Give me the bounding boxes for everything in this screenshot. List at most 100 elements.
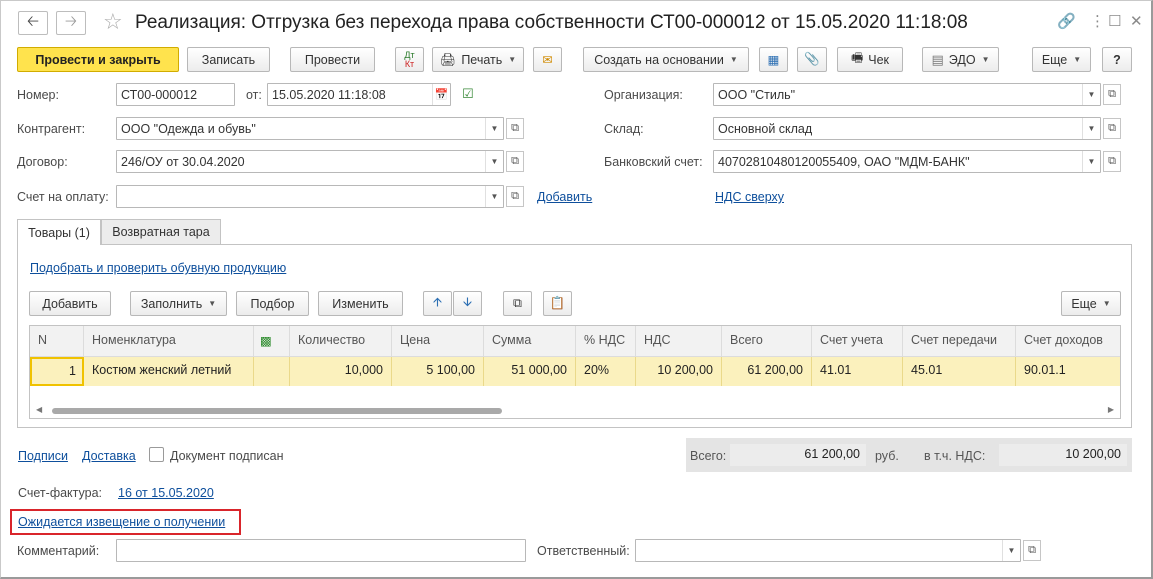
- receipt-button[interactable]: 🖷 Чек: [837, 47, 903, 72]
- cell-marking[interactable]: [254, 357, 290, 386]
- post-and-close-button[interactable]: Провести и закрыть: [17, 47, 179, 72]
- vat-on-top-link[interactable]: НДС сверху: [715, 189, 784, 205]
- column-header-marking[interactable]: ▩: [254, 326, 290, 357]
- post-button[interactable]: Провести: [290, 47, 375, 72]
- column-header-income-account[interactable]: Счет доходов: [1016, 326, 1120, 357]
- chevron-down-icon[interactable]: ▼: [485, 186, 503, 207]
- horizontal-scrollbar[interactable]: ◀ ▶: [30, 404, 1120, 418]
- contract-open-button[interactable]: ⧉: [506, 151, 524, 172]
- comment-field[interactable]: [116, 539, 526, 562]
- bank-account-field[interactable]: 40702810480120055409, ОАО "МДМ-БАНК" ▼: [713, 150, 1101, 173]
- favorite-star-icon[interactable]: ☆: [103, 10, 123, 34]
- attachments-button[interactable]: 📎: [797, 47, 827, 72]
- column-header-sum[interactable]: Сумма: [484, 326, 576, 357]
- organization-field[interactable]: ООО "Стиль" ▼: [713, 83, 1101, 106]
- chevron-down-icon[interactable]: ▼: [485, 118, 503, 139]
- chevron-down-icon[interactable]: ▼: [485, 151, 503, 172]
- print-label: Печать: [461, 52, 503, 67]
- counterparty-open-button[interactable]: ⧉: [506, 118, 524, 139]
- cell-quantity[interactable]: 10,000: [290, 357, 392, 386]
- arrow-left-icon: 🡠: [26, 12, 40, 30]
- tab-goods[interactable]: Товары (1): [17, 219, 101, 245]
- cell-vat[interactable]: 10 200,00: [636, 357, 722, 386]
- contract-field[interactable]: 246/ОУ от 30.04.2020 ▼: [116, 150, 504, 173]
- bank-account-open-button[interactable]: ⧉: [1103, 151, 1121, 172]
- calendar-icon[interactable]: 📅: [432, 84, 450, 105]
- column-header-n[interactable]: N: [30, 326, 84, 357]
- chevron-down-icon[interactable]: ▼: [1002, 540, 1020, 561]
- dt-kt-button[interactable]: Дт Кт: [395, 47, 424, 72]
- payment-invoice-field[interactable]: ▼: [116, 185, 504, 208]
- responsible-field[interactable]: ▼: [635, 539, 1021, 562]
- number-field[interactable]: СТ00-000012: [116, 83, 235, 106]
- tab-returnable-packaging[interactable]: Возвратная тара: [101, 219, 221, 244]
- chevron-down-icon[interactable]: ▼: [1082, 151, 1100, 172]
- add-link[interactable]: Добавить: [537, 189, 592, 205]
- tax-invoice-label: Счет-фактура:: [18, 486, 103, 500]
- document-signed-checkbox[interactable]: [149, 447, 164, 462]
- counterparty-value: ООО "Одежда и обувь": [121, 122, 256, 136]
- copy-button[interactable]: ⧉: [503, 291, 532, 316]
- chevron-down-icon[interactable]: ▼: [1082, 84, 1100, 105]
- column-header-vat[interactable]: НДС: [636, 326, 722, 357]
- fill-button[interactable]: Заполнить ▼: [130, 291, 227, 316]
- scroll-left-icon[interactable]: ◀: [36, 405, 42, 414]
- date-field[interactable]: 15.05.2020 11:18:08 📅: [267, 83, 451, 106]
- chevron-down-icon[interactable]: ▼: [1082, 118, 1100, 139]
- print-button[interactable]: 🖨 Печать ▼: [432, 47, 524, 72]
- open-window-icon: ⧉: [1108, 122, 1116, 134]
- cell-item[interactable]: Костюм женский летний: [84, 357, 254, 386]
- check-status-icon[interactable]: ☑: [462, 86, 474, 102]
- cell-price[interactable]: 5 100,00: [392, 357, 484, 386]
- cell-sum[interactable]: 51 000,00: [484, 357, 576, 386]
- move-down-button[interactable]: 🡫: [453, 291, 482, 316]
- cell-vat-rate[interactable]: 20%: [576, 357, 636, 386]
- column-header-quantity[interactable]: Количество: [290, 326, 392, 357]
- column-header-vat-rate[interactable]: % НДС: [576, 326, 636, 357]
- cell-transfer-account[interactable]: 45.01: [903, 357, 1016, 386]
- scroll-right-icon[interactable]: ▶: [1108, 405, 1114, 414]
- delivery-link[interactable]: Доставка: [82, 448, 136, 464]
- cell-income-account[interactable]: 90.01.1: [1016, 357, 1120, 386]
- back-button[interactable]: 🡠: [18, 11, 48, 35]
- close-icon[interactable]: ✕: [1130, 12, 1143, 32]
- pick-shoes-link[interactable]: Подобрать и проверить обувную продукцию: [30, 260, 286, 276]
- column-header-transfer-account[interactable]: Счет передачи: [903, 326, 1016, 357]
- responsible-open-button[interactable]: ⧉: [1023, 540, 1041, 561]
- maximize-icon[interactable]: ☐: [1108, 12, 1121, 32]
- column-header-total[interactable]: Всего: [722, 326, 812, 357]
- add-row-button[interactable]: Добавить: [29, 291, 111, 316]
- pick-button[interactable]: Подбор: [236, 291, 309, 316]
- link-icon[interactable]: 🔗: [1057, 12, 1076, 32]
- cell-account[interactable]: 41.01: [812, 357, 903, 386]
- column-header-item[interactable]: Номенклатура: [84, 326, 254, 357]
- total-label: Всего:: [690, 449, 727, 463]
- paste-button[interactable]: 📋: [543, 291, 572, 316]
- forward-button[interactable]: 🡢: [56, 11, 86, 35]
- goods-more-button[interactable]: Еще ▼: [1061, 291, 1121, 316]
- column-header-price[interactable]: Цена: [392, 326, 484, 357]
- goods-table[interactable]: N Номенклатура ▩ Количество Цена Сумма %…: [29, 325, 1121, 419]
- more-button[interactable]: Еще ▼: [1032, 47, 1091, 72]
- receipt-notice-link[interactable]: Ожидается извещение о получении: [18, 514, 225, 530]
- create-based-on-button[interactable]: Создать на основании ▼: [583, 47, 749, 72]
- structure-button[interactable]: ▦: [759, 47, 788, 72]
- more-icon[interactable]: ⋮: [1090, 12, 1105, 32]
- warehouse-field[interactable]: Основной склад ▼: [713, 117, 1101, 140]
- organization-open-button[interactable]: ⧉: [1103, 84, 1121, 105]
- edo-button[interactable]: ▤ ЭДО ▼: [922, 47, 999, 72]
- email-button[interactable]: ✉: [533, 47, 562, 72]
- save-button[interactable]: Записать: [187, 47, 270, 72]
- help-button[interactable]: ?: [1102, 47, 1132, 72]
- tax-invoice-link[interactable]: 16 от 15.05.2020: [118, 485, 214, 501]
- scrollbar-thumb[interactable]: [52, 408, 502, 414]
- signatures-link[interactable]: Подписи: [18, 448, 68, 464]
- column-header-account[interactable]: Счет учета: [812, 326, 903, 357]
- warehouse-open-button[interactable]: ⧉: [1103, 118, 1121, 139]
- cell-total[interactable]: 61 200,00: [722, 357, 812, 386]
- counterparty-field[interactable]: ООО "Одежда и обувь" ▼: [116, 117, 504, 140]
- cell-n[interactable]: 1: [30, 357, 84, 386]
- change-button[interactable]: Изменить: [318, 291, 403, 316]
- move-up-button[interactable]: 🡩: [423, 291, 452, 316]
- payment-invoice-open-button[interactable]: ⧉: [506, 186, 524, 207]
